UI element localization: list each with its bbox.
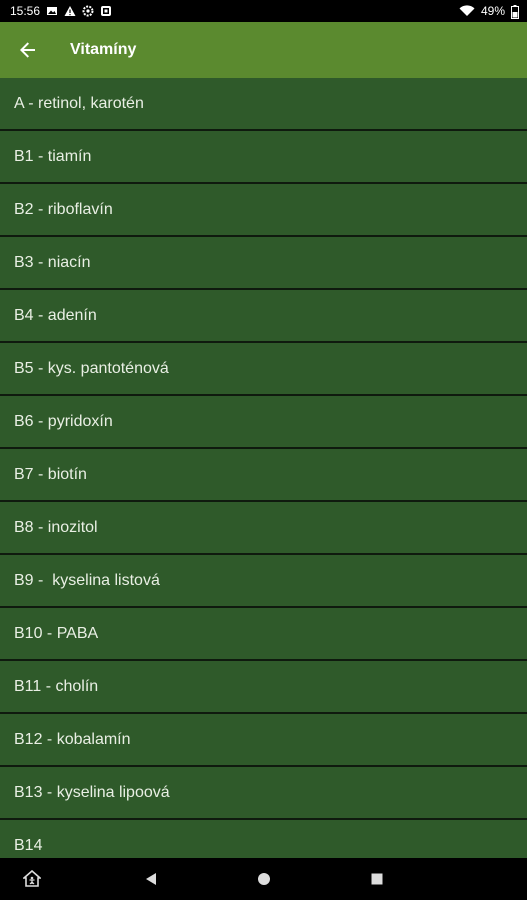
list-item[interactable]: B10 - PABA <box>0 608 527 661</box>
system-nav-bar <box>0 858 527 900</box>
screen: 15:56 49% Vitamíny A - retinol, karotén … <box>0 0 527 900</box>
list-item[interactable]: B14 <box>0 820 527 858</box>
list-item[interactable]: B4 - adenín <box>0 290 527 343</box>
list-item[interactable]: B9 - kyselina listová <box>0 555 527 608</box>
status-bar: 15:56 49% <box>0 0 527 22</box>
vitamin-list[interactable]: A - retinol, karotén B1 - tiamín B2 - ri… <box>0 78 527 858</box>
back-triangle-icon <box>144 872 158 886</box>
status-right: 49% <box>459 4 527 19</box>
list-item[interactable]: B7 - biotín <box>0 449 527 502</box>
arrow-back-icon <box>19 41 37 59</box>
nav-back-button[interactable] <box>130 858 172 900</box>
nav-home-button[interactable] <box>243 858 285 900</box>
battery-icon <box>511 5 519 19</box>
list-item[interactable]: B3 - niacín <box>0 237 527 290</box>
settings-icon <box>82 5 94 17</box>
back-button[interactable] <box>0 22 56 78</box>
app-icon <box>100 5 112 17</box>
wifi-icon <box>459 5 475 17</box>
list-item[interactable]: B6 - pyridoxín <box>0 396 527 449</box>
image-icon <box>46 5 58 17</box>
list-item[interactable]: B1 - tiamín <box>0 131 527 184</box>
home-accessibility-button[interactable] <box>11 858 53 900</box>
warning-icon <box>64 5 76 17</box>
status-time: 15:56 <box>10 4 41 18</box>
battery-percent: 49% <box>480 4 505 18</box>
list-item[interactable]: B12 - kobalamín <box>0 714 527 767</box>
app-bar: Vitamíny <box>0 22 527 78</box>
list-item[interactable]: A - retinol, karotén <box>0 78 527 131</box>
list-item[interactable]: B2 - riboflavín <box>0 184 527 237</box>
list-item[interactable]: B8 - inozitol <box>0 502 527 555</box>
nav-recents-button[interactable] <box>356 858 398 900</box>
list-item[interactable]: B5 - kys. pantoténová <box>0 343 527 396</box>
list-item[interactable]: B13 - kyselina lipoová <box>0 767 527 820</box>
status-left: 15:56 <box>0 4 112 18</box>
home-accessibility-icon <box>23 870 41 888</box>
list-item[interactable]: B11 - cholín <box>0 661 527 714</box>
home-circle-icon <box>257 872 271 886</box>
recents-square-icon <box>370 872 384 886</box>
page-title: Vitamíny <box>70 41 137 58</box>
